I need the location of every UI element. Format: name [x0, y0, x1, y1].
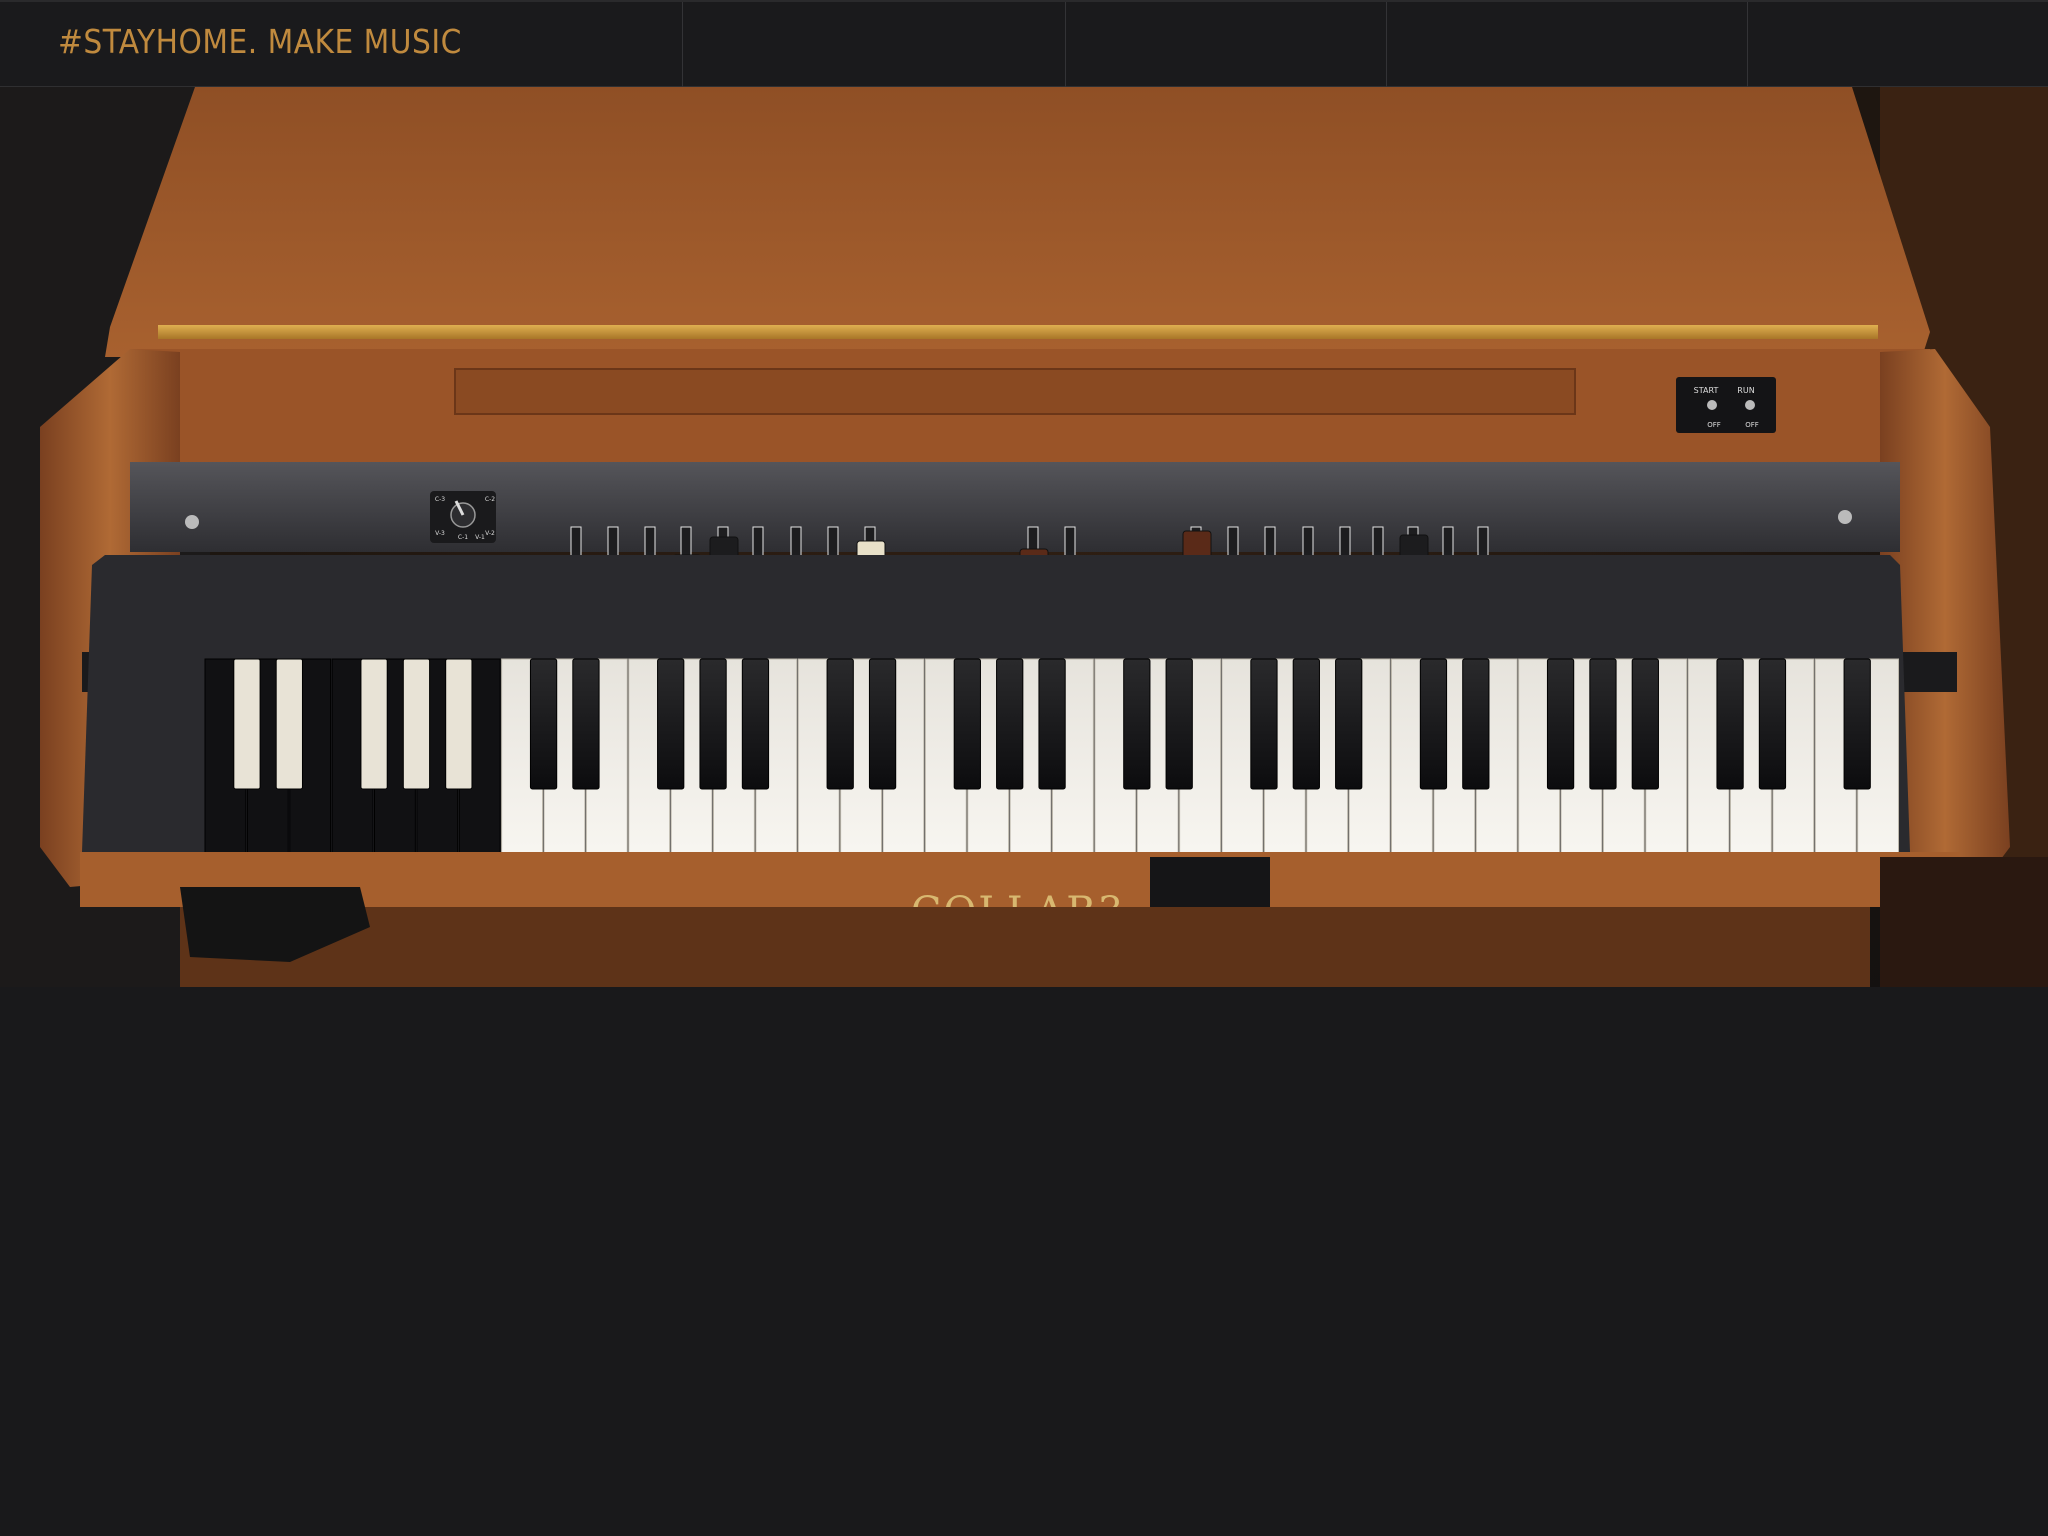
organ-hero-image: START RUN OFF OFF SOFTVOLUMENORMALOFFCHO… [0, 87, 2048, 987]
nav-tab-2[interactable] [1065, 2, 1387, 88]
nav-tab-1[interactable] [682, 2, 1066, 88]
expression-pedal-slot [1150, 857, 1270, 907]
start-off-label: OFF [1707, 421, 1721, 429]
top-bar: #STAYHOME. MAKE MUSIC [0, 0, 2048, 88]
control-panel [130, 462, 1900, 552]
black-key[interactable] [868, 658, 897, 790]
start-run-switch-plate[interactable]: START RUN OFF OFF [1676, 377, 1776, 433]
black-key[interactable] [1758, 658, 1787, 790]
vibrato-label: C-1 [458, 534, 468, 541]
black-key[interactable] [1165, 658, 1193, 790]
panel-screw-left-icon [185, 515, 199, 529]
black-key[interactable] [826, 658, 854, 790]
preset-key[interactable] [402, 658, 431, 790]
preset-key[interactable] [275, 658, 303, 790]
preset-key[interactable] [233, 658, 261, 790]
black-key[interactable] [1123, 658, 1151, 790]
black-key[interactable] [572, 658, 600, 790]
page-lower-area [0, 987, 2048, 1536]
brass-rail [158, 325, 1878, 339]
organ-lid [105, 87, 1930, 357]
black-key[interactable] [1843, 658, 1871, 790]
preset-key[interactable] [360, 658, 388, 790]
vibrato-label: C-3 [435, 496, 445, 503]
black-key[interactable] [1250, 658, 1278, 790]
vibrato-label: C-2 [485, 496, 495, 503]
vibrato-label: V-1 [475, 534, 485, 541]
black-key[interactable] [741, 658, 770, 790]
run-switch-icon[interactable] [1745, 400, 1755, 410]
black-key[interactable] [1546, 658, 1575, 790]
black-key[interactable] [953, 658, 981, 790]
lower-body [180, 907, 1870, 987]
black-key[interactable] [1038, 658, 1066, 790]
vibrato-label: V-3 [435, 530, 445, 537]
black-key[interactable] [1292, 658, 1320, 790]
black-key[interactable] [699, 658, 727, 790]
black-key[interactable] [1419, 658, 1448, 790]
black-key[interactable] [1335, 658, 1363, 790]
right-shadow [1880, 857, 2048, 987]
black-key[interactable] [996, 658, 1024, 790]
run-label: RUN [1737, 386, 1754, 395]
vibrato-label: V-2 [485, 530, 495, 537]
vibrato-selector[interactable]: C-3 V-3 C-2 V-2 C-1 V-1 [430, 491, 496, 543]
nav-tab-3[interactable] [1386, 2, 1748, 88]
site-slogan[interactable]: #STAYHOME. MAKE MUSIC [58, 22, 462, 61]
start-switch-icon[interactable] [1707, 400, 1717, 410]
nav-tab-4[interactable] [1747, 2, 2048, 88]
black-key[interactable] [529, 658, 558, 790]
black-key[interactable] [1589, 658, 1617, 790]
start-label: START [1694, 386, 1719, 395]
music-rest [454, 368, 1576, 415]
black-key[interactable] [1716, 658, 1744, 790]
run-off-label: OFF [1745, 421, 1759, 429]
black-key[interactable] [657, 658, 685, 790]
black-key[interactable] [1631, 658, 1659, 790]
black-key[interactable] [1462, 658, 1490, 790]
preset-key[interactable] [445, 658, 473, 790]
organ-illustration: START RUN OFF OFF SOFTVOLUMENORMALOFFCHO… [0, 87, 2048, 987]
panel-screw-right-icon [1838, 510, 1852, 524]
